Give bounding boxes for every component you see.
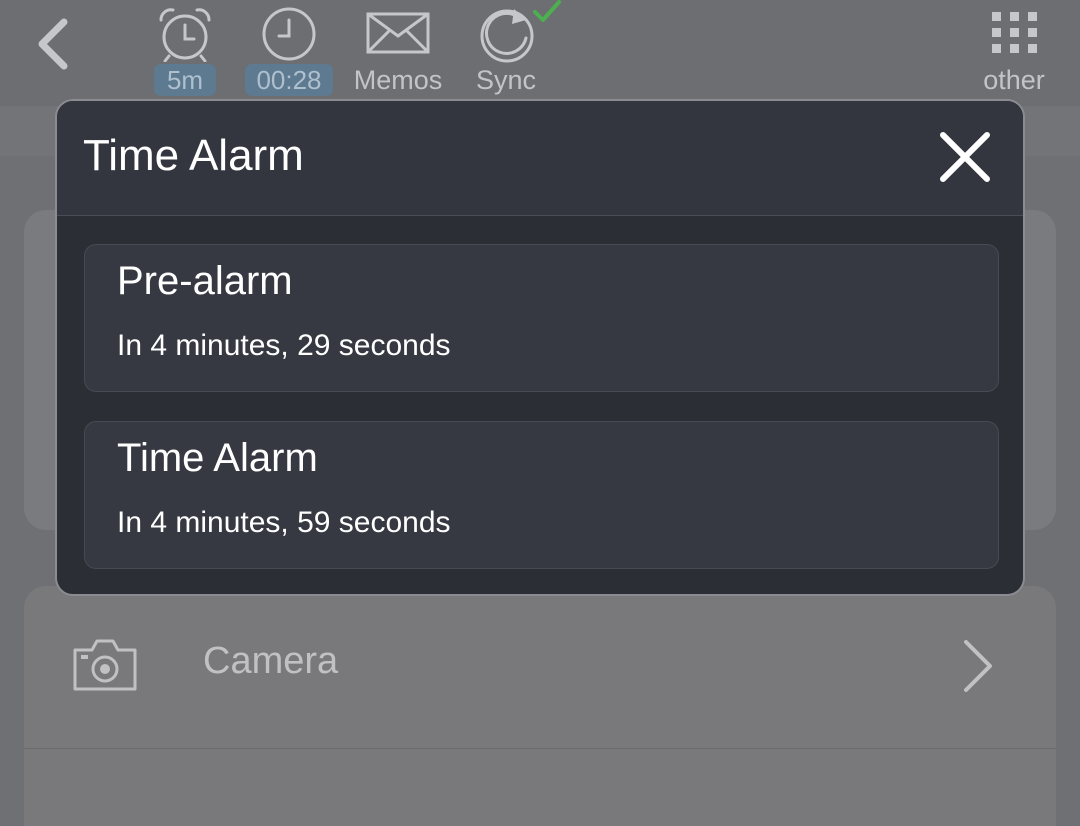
other-tool[interactable]: other <box>974 0 1058 104</box>
alarm-item-pre-alarm[interactable]: Pre-alarm In 4 minutes, 29 seconds <box>84 244 999 392</box>
alarm-item-time-alarm[interactable]: Time Alarm In 4 minutes, 59 seconds <box>84 421 999 569</box>
dialog-title: Time Alarm <box>83 131 304 180</box>
sync-icon <box>480 9 534 63</box>
timer-badge: 00:28 <box>245 64 333 96</box>
other-label: other <box>983 65 1045 95</box>
close-button[interactable] <box>937 129 993 185</box>
time-alarm-dialog: Time Alarm Pre-alarm In 4 minutes, 29 se… <box>55 99 1025 596</box>
alarm-name: Pre-alarm <box>117 259 293 303</box>
memos-tool[interactable]: Memos <box>346 0 450 104</box>
alarm-name: Time Alarm <box>117 436 318 480</box>
sync-tool[interactable]: Sync <box>470 0 562 104</box>
top-toolbar: 5m 00:28 Memos Sync other <box>0 0 1080 106</box>
chevron-right-icon <box>964 640 992 692</box>
envelope-icon <box>366 12 430 54</box>
background-divider <box>24 748 1056 749</box>
alarm-countdown: In 4 minutes, 59 seconds <box>117 506 451 539</box>
camera-label: Camera <box>203 640 339 682</box>
back-chevron-icon <box>38 18 68 70</box>
alarm-countdown: In 4 minutes, 29 seconds <box>117 329 451 362</box>
close-icon <box>940 132 990 182</box>
camera-row[interactable]: Camera <box>24 612 1056 716</box>
dialog-header: Time Alarm <box>57 101 1023 216</box>
alarm-clock-icon <box>159 8 211 62</box>
check-icon <box>533 0 561 22</box>
alarm-badge: 5m <box>154 64 216 96</box>
clock-icon <box>262 7 316 61</box>
timer-tool[interactable]: 00:28 <box>243 0 335 104</box>
back-button[interactable] <box>28 14 80 74</box>
camera-icon <box>73 639 137 691</box>
sync-label: Sync <box>475 65 537 95</box>
grid-menu-icon <box>992 12 1037 53</box>
alarm-tool[interactable]: 5m <box>150 0 220 104</box>
memos-label: Memos <box>353 65 443 95</box>
